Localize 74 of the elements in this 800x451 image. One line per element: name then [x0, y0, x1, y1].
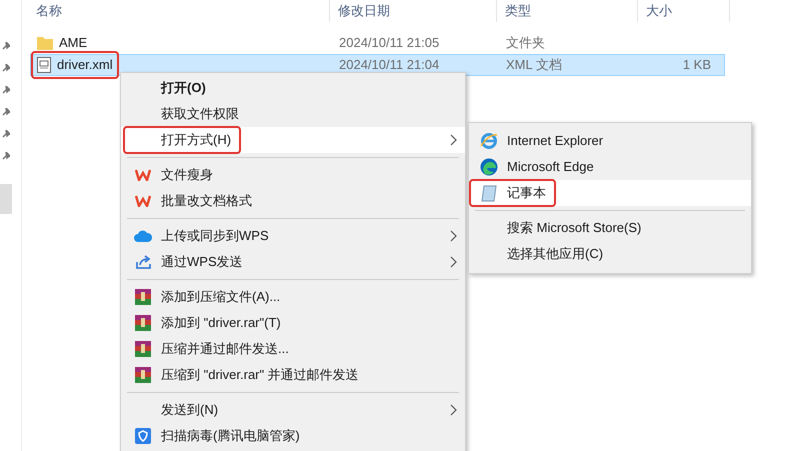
chevron-right-icon	[450, 256, 457, 268]
menu-item[interactable]: 打开(O)	[121, 75, 465, 101]
pin-icon[interactable]	[2, 152, 10, 160]
archive-books-icon	[135, 289, 151, 305]
pin-icon[interactable]	[2, 64, 10, 72]
pin-icon[interactable]	[2, 86, 10, 94]
column-header[interactable]: 类型	[505, 1, 531, 21]
modified-date: 2024/10/11 21:05	[338, 34, 440, 52]
menu-item-label: 通过WPS发送	[161, 253, 243, 272]
share-arrow-icon	[134, 254, 152, 270]
shield-icon	[135, 428, 151, 444]
menu-item[interactable]: 获取文件权限	[121, 101, 465, 127]
menu-item[interactable]: 通过WPS发送	[121, 249, 465, 275]
menu-item-label: 压缩到 "driver.rar" 并通过邮件发送	[161, 366, 359, 384]
file-type: 文件夹	[505, 34, 546, 52]
menu-item-label: 文件瘦身	[161, 166, 213, 184]
chevron-right-icon	[450, 404, 457, 416]
menu-item[interactable]: 发送到(N)	[121, 397, 465, 423]
file-row[interactable]: driver.xml 2024/10/11 21:04 XML 文档 1 KB	[30, 54, 725, 76]
menu-item-label: 批量改文档格式	[161, 192, 252, 210]
pin-icon[interactable]	[2, 108, 10, 116]
menu-item-label: 打开(O)	[161, 79, 206, 98]
menu-item[interactable]: 上传或同步到WPS	[121, 223, 465, 249]
swirl-logo-icon	[480, 158, 498, 176]
file-row[interactable]: AME 2024/10/11 21:05 文件夹	[30, 32, 725, 54]
column-header[interactable]: 修改日期	[338, 1, 390, 21]
menu-item-label: 选择其他应用(C)	[507, 245, 604, 264]
menu-item-label: 添加到 "driver.rar"(T)	[161, 314, 281, 332]
modified-date: 2024/10/11 21:04	[338, 56, 440, 74]
menu-item-label: 搜索 Microsoft Store(S)	[507, 219, 642, 238]
file-name: AME	[59, 34, 88, 52]
menu-item[interactable]: 压缩到 "driver.rar" 并通过邮件发送	[121, 362, 465, 388]
menu-item-label: 打开方式(H)	[161, 131, 232, 150]
menu-item-label: 获取文件权限	[161, 105, 239, 124]
scrollbar-thumb[interactable]	[0, 184, 12, 214]
cloud-icon	[134, 230, 152, 242]
menu-item[interactable]: 压缩并通过邮件发送...	[121, 336, 465, 362]
menu-item[interactable]: 搜索 Microsoft Store(S)	[469, 215, 751, 241]
menu-item[interactable]: 选择其他应用(C)	[469, 241, 751, 267]
menu-item[interactable]: 添加到 "driver.rar"(T)	[121, 310, 465, 336]
chevron-right-icon	[450, 230, 457, 242]
column-header[interactable]: 名称	[36, 1, 62, 21]
menu-item[interactable]: Internet Explorer	[469, 128, 751, 154]
document-icon	[37, 57, 51, 73]
menu-item-label: 添加到压缩文件(A)...	[161, 288, 280, 306]
file-size: 1 KB	[682, 56, 711, 74]
menu-item-label: Internet Explorer	[507, 132, 604, 150]
menu-item[interactable]: 打开方式(H)	[121, 127, 465, 153]
wps-w-icon	[135, 195, 151, 207]
archive-books-icon	[135, 341, 151, 357]
wps-w-icon	[135, 169, 151, 181]
menu-item[interactable]: 扫描病毒(腾讯电脑管家)	[121, 423, 465, 449]
menu-item-label: 压缩并通过邮件发送...	[161, 340, 289, 358]
archive-books-icon	[135, 315, 151, 331]
menu-item[interactable]: 文件瘦身	[121, 162, 465, 188]
folder-icon	[37, 36, 53, 50]
menu-item-label: 发送到(N)	[161, 401, 218, 420]
archive-books-icon	[135, 367, 151, 383]
column-header[interactable]: 大小	[646, 1, 672, 21]
menu-item[interactable]: 批量改文档格式	[121, 188, 465, 214]
chevron-right-icon	[450, 134, 457, 146]
menu-item-label: 记事本	[507, 184, 546, 202]
pin-icon[interactable]	[2, 42, 10, 50]
menu-item[interactable]: 添加到压缩文件(A)...	[121, 284, 465, 310]
menu-item[interactable]: Microsoft Edge	[469, 154, 751, 180]
e-logo-icon	[480, 132, 498, 150]
menu-item[interactable]: 记事本	[469, 180, 751, 206]
notepad-icon	[481, 184, 497, 202]
menu-item-label: Microsoft Edge	[507, 158, 594, 176]
file-type: XML 文档	[505, 56, 563, 74]
file-name: driver.xml	[57, 56, 113, 74]
menu-item-label: 上传或同步到WPS	[161, 227, 269, 246]
pin-icon[interactable]	[2, 130, 10, 138]
menu-item-label: 扫描病毒(腾讯电脑管家)	[161, 427, 300, 446]
